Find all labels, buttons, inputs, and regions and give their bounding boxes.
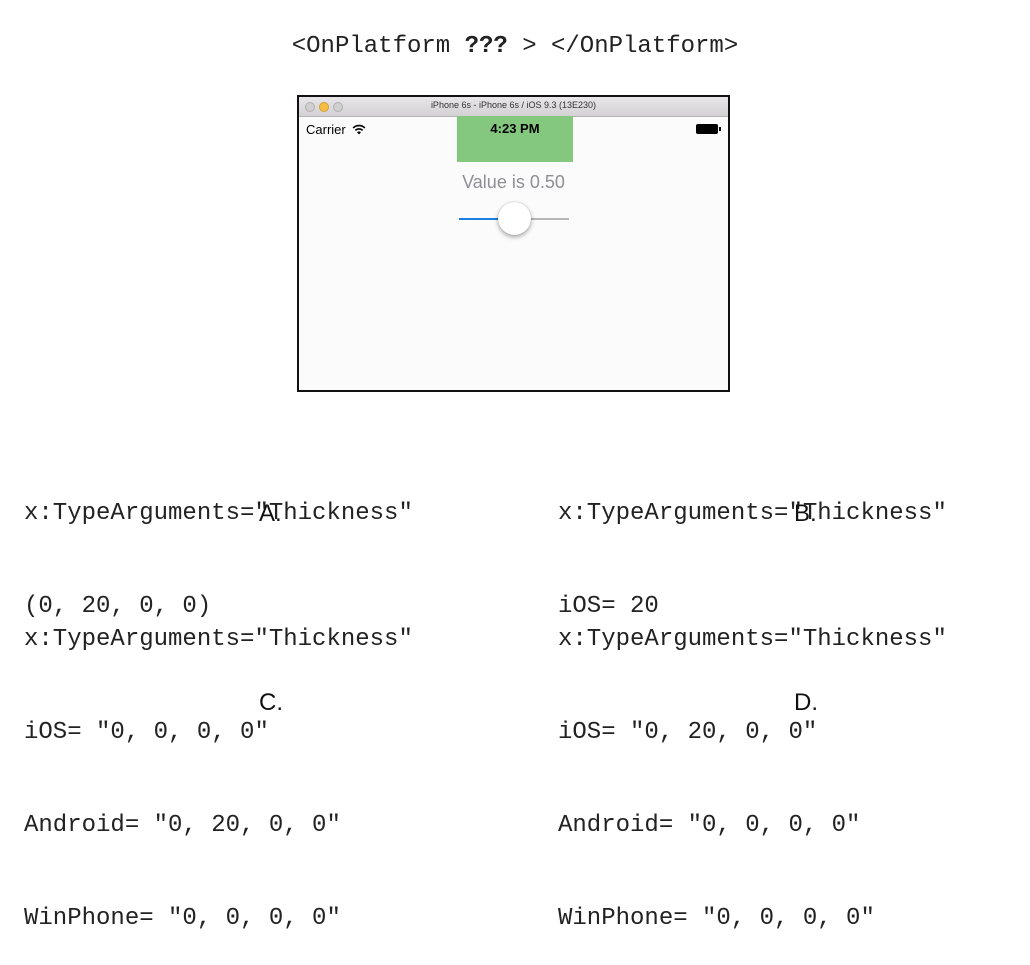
option-d-line-1: x:TypeArguments="Thickness" (558, 626, 947, 653)
battery-icon (696, 124, 721, 134)
ios-simulator-window: iPhone 6s - iPhone 6s / iOS 9.3 (13E230)… (297, 95, 730, 392)
question-suffix: > </OnPlatform> (507, 33, 739, 60)
option-c-code: x:TypeArguments="Thickness" iOS= "0, 0, … (24, 562, 413, 965)
option-d-line-2: iOS= "0, 20, 0, 0" (558, 719, 818, 746)
option-c-line-2: iOS= "0, 0, 0, 0" (24, 719, 269, 746)
option-c-line-3: Android= "0, 20, 0, 0" (24, 812, 341, 839)
option-a-line-1: x:TypeArguments="Thickness" (24, 500, 413, 527)
status-time: 4:23 PM (490, 121, 540, 136)
simulator-titlebar: iPhone 6s - iPhone 6s / iOS 9.3 (13E230) (299, 97, 728, 117)
option-c-label[interactable]: C. (259, 689, 283, 717)
option-d-code: x:TypeArguments="Thickness" iOS= "0, 20,… (558, 562, 947, 965)
question-prefix: <OnPlatform (291, 33, 465, 60)
status-carrier: Carrier (306, 122, 366, 137)
carrier-label: Carrier (306, 122, 346, 137)
option-c-line-1: x:TypeArguments="Thickness" (24, 626, 413, 653)
question-text: <OnPlatform ??? > </OnPlatform> (0, 33, 1030, 60)
option-b-line-1: x:TypeArguments="Thickness" (558, 500, 947, 527)
simulator-title: iPhone 6s - iPhone 6s / iOS 9.3 (13E230) (430, 100, 597, 110)
question-placeholder: ??? (464, 33, 508, 60)
slider-value-label: Value is 0.50 (462, 172, 565, 192)
option-b-label[interactable]: B. (794, 500, 817, 528)
option-d-line-4: WinPhone= "0, 0, 0, 0" (558, 905, 875, 932)
wifi-icon (352, 124, 366, 135)
option-a-label[interactable]: A. (259, 500, 282, 528)
option-d-label[interactable]: D. (794, 689, 818, 717)
option-d-line-3: Android= "0, 0, 0, 0" (558, 812, 861, 839)
option-c-line-4: WinPhone= "0, 0, 0, 0" (24, 905, 341, 932)
slider-thumb[interactable] (498, 202, 531, 235)
